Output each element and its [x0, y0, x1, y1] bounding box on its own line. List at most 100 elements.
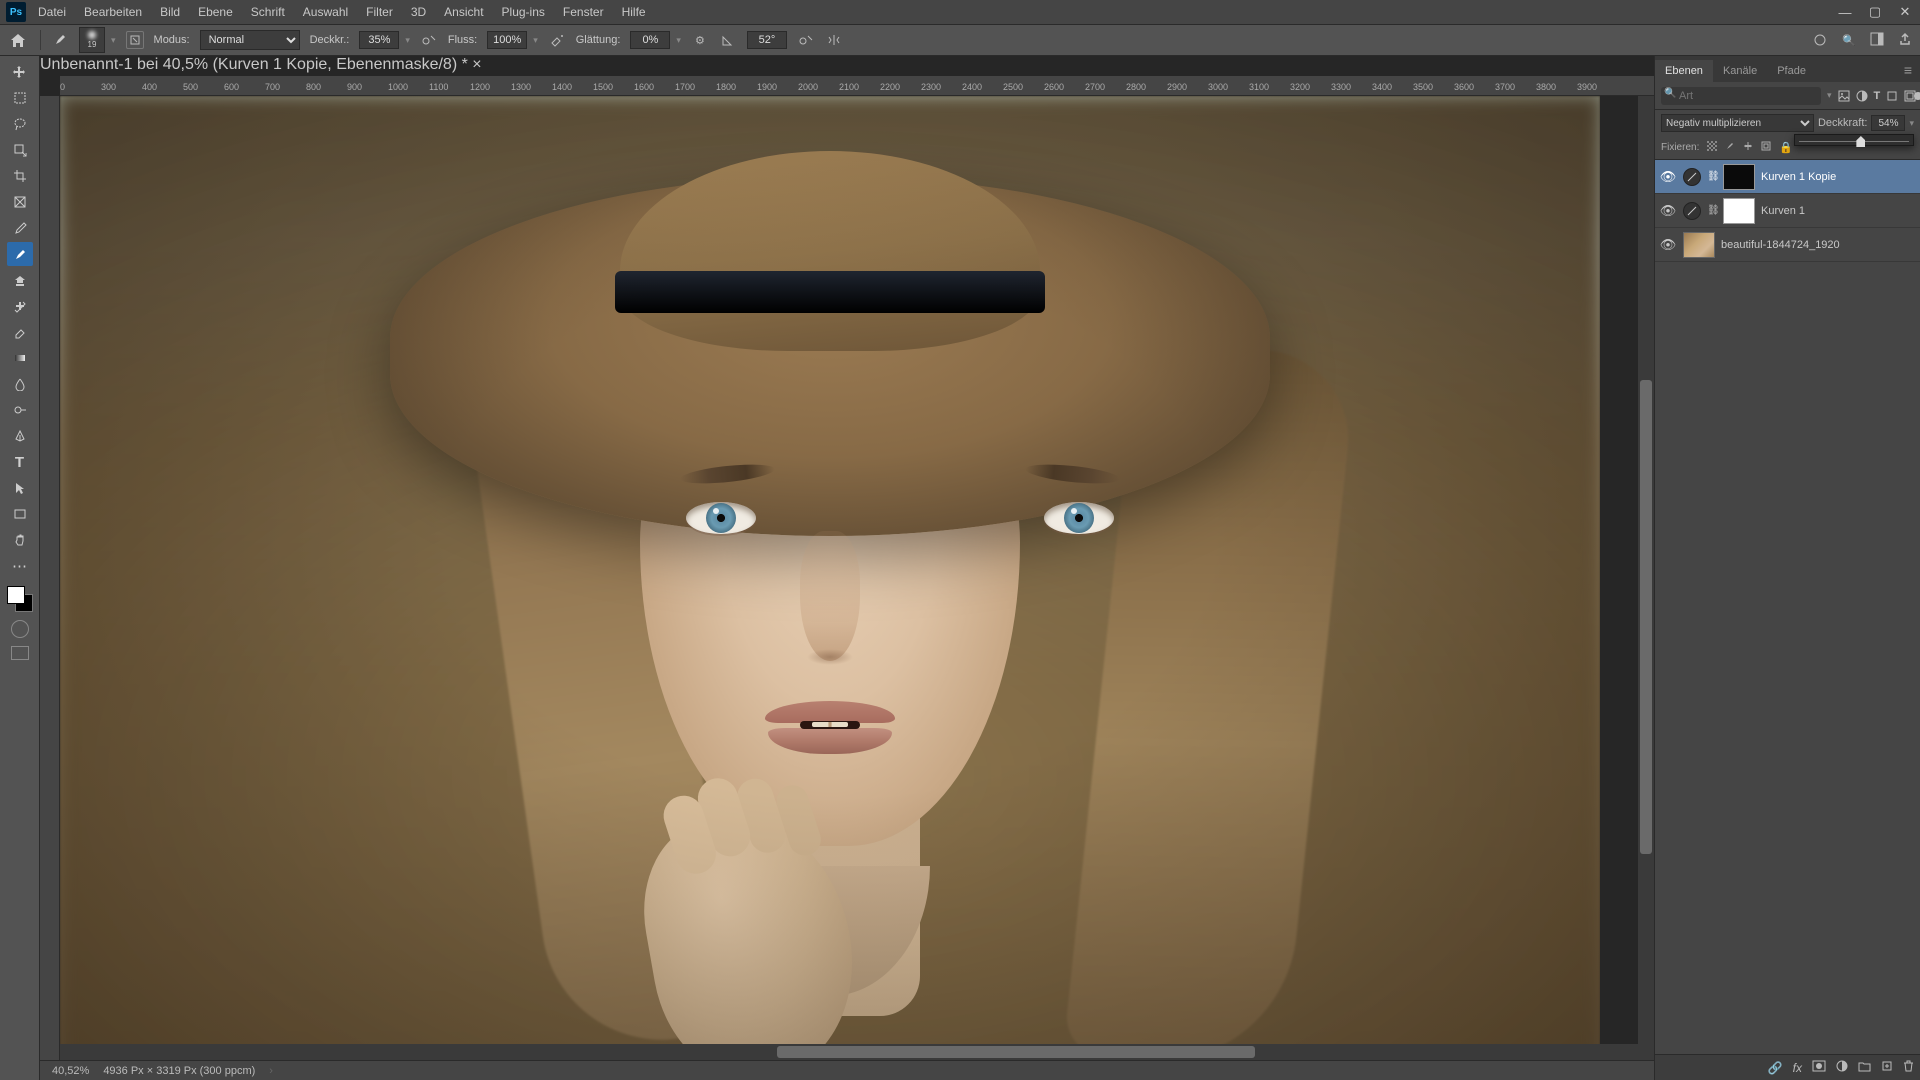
pen-tool[interactable] — [7, 424, 33, 448]
layer-row[interactable]: 👁 beautiful-1844724_1920 — [1655, 228, 1920, 262]
visibility-icon[interactable]: 👁 — [1659, 203, 1677, 219]
symmetry-icon[interactable] — [825, 31, 843, 49]
chevron-down-icon[interactable]: ▾ — [676, 35, 681, 46]
angle-input[interactable] — [747, 31, 787, 49]
doc-info[interactable]: 4936 Px × 3319 Px (300 ppcm) — [103, 1065, 255, 1077]
chevron-right-icon[interactable]: › — [269, 1065, 273, 1077]
visibility-icon[interactable]: 👁 — [1659, 237, 1677, 253]
gradient-tool[interactable] — [7, 346, 33, 370]
minimize-button[interactable]: — — [1830, 0, 1860, 24]
close-tab-icon[interactable]: × — [472, 56, 481, 73]
selection-tool[interactable] — [7, 138, 33, 162]
opacity-value-input[interactable] — [1871, 115, 1905, 131]
brush-panel-icon[interactable] — [126, 31, 144, 49]
canvas[interactable] — [60, 96, 1654, 1060]
path-selection-tool[interactable] — [7, 476, 33, 500]
lock-pixels-icon[interactable] — [1707, 141, 1717, 154]
filter-shape-icon[interactable] — [1886, 88, 1898, 104]
brush-tool-icon[interactable] — [53, 31, 69, 50]
tab-paths[interactable]: Pfade — [1767, 60, 1816, 82]
chevron-down-icon[interactable]: ▾ — [111, 35, 116, 46]
lock-all-icon[interactable]: 🔒 — [1779, 141, 1793, 154]
chevron-down-icon[interactable]: ▾ — [533, 35, 538, 46]
smoothing-input[interactable] — [630, 31, 670, 49]
menu-image[interactable]: Bild — [152, 2, 188, 22]
ruler-horizontal[interactable]: 0300400500600700800900100011001200130014… — [60, 76, 1654, 96]
blend-mode-select[interactable]: Negativ multiplizieren — [1661, 114, 1814, 132]
adjustment-layer-icon[interactable] — [1836, 1060, 1848, 1075]
opacity-input[interactable] — [359, 31, 399, 49]
layer-thumb[interactable] — [1683, 232, 1715, 258]
adjustment-thumb[interactable] — [1683, 168, 1701, 186]
dodge-tool[interactable] — [7, 398, 33, 422]
home-icon[interactable] — [8, 31, 28, 49]
more-tools[interactable]: ⋯ — [7, 554, 33, 578]
menu-edit[interactable]: Bearbeiten — [76, 2, 150, 22]
delete-layer-icon[interactable] — [1903, 1060, 1914, 1075]
frame-tool[interactable] — [7, 190, 33, 214]
zoom-value[interactable]: 40,52% — [52, 1065, 89, 1077]
visibility-icon[interactable]: 👁 — [1659, 169, 1677, 185]
adjustment-thumb[interactable] — [1683, 202, 1701, 220]
chevron-down-icon[interactable]: ▾ — [1827, 90, 1832, 101]
airbrush-icon[interactable] — [548, 31, 566, 49]
share-icon[interactable] — [1898, 32, 1912, 49]
filter-adjustment-icon[interactable] — [1856, 88, 1868, 104]
pressure-opacity-icon[interactable] — [420, 31, 438, 49]
hand-tool[interactable] — [7, 528, 33, 552]
filter-type-icon[interactable]: T — [1874, 88, 1881, 104]
pressure-size-icon[interactable] — [797, 31, 815, 49]
workspace-icon[interactable] — [1870, 32, 1884, 49]
cloud-docs-icon[interactable] — [1812, 32, 1828, 49]
vertical-scrollbar[interactable] — [1638, 96, 1654, 1044]
chevron-down-icon[interactable]: ▾ — [1909, 118, 1914, 129]
lasso-tool[interactable] — [7, 112, 33, 136]
move-tool[interactable] — [7, 60, 33, 84]
mask-thumb[interactable] — [1723, 198, 1755, 224]
layer-name[interactable]: Kurven 1 Kopie — [1761, 171, 1836, 183]
layer-fx-icon[interactable]: fx — [1793, 1061, 1802, 1075]
shape-tool[interactable] — [7, 502, 33, 526]
layer-name[interactable]: Kurven 1 — [1761, 205, 1805, 217]
panel-menu-icon[interactable]: ≡ — [1896, 58, 1920, 82]
maximize-button[interactable]: ▢ — [1860, 0, 1890, 24]
menu-help[interactable]: Hilfe — [614, 2, 654, 22]
blur-tool[interactable] — [7, 372, 33, 396]
horizontal-scrollbar[interactable] — [60, 1044, 1654, 1060]
group-icon[interactable] — [1858, 1061, 1871, 1075]
eraser-tool[interactable] — [7, 320, 33, 344]
lock-position-icon[interactable] — [1743, 141, 1753, 154]
blend-mode-select[interactable]: Normal — [200, 30, 300, 50]
brush-preset-picker[interactable]: 19 — [79, 27, 105, 53]
crop-tool[interactable] — [7, 164, 33, 188]
eyedropper-tool[interactable] — [7, 216, 33, 240]
smoothing-settings-icon[interactable]: ⚙ — [691, 31, 709, 49]
marquee-tool[interactable] — [7, 86, 33, 110]
ruler-vertical[interactable] — [40, 96, 60, 1060]
document-tab[interactable]: Unbenannt-1 bei 40,5% (Kurven 1 Kopie, E… — [40, 56, 1654, 74]
tab-channels[interactable]: Kanäle — [1713, 60, 1767, 82]
flow-input[interactable] — [487, 31, 527, 49]
layer-mask-icon[interactable] — [1812, 1060, 1826, 1075]
menu-view[interactable]: Ansicht — [436, 2, 491, 22]
menu-type[interactable]: Schrift — [243, 2, 293, 22]
new-layer-icon[interactable] — [1881, 1060, 1893, 1075]
menu-plugins[interactable]: Plug-ins — [494, 2, 553, 22]
layer-name[interactable]: beautiful-1844724_1920 — [1721, 239, 1840, 251]
clone-stamp-tool[interactable] — [7, 268, 33, 292]
healing-brush-tool[interactable] — [7, 294, 33, 318]
search-icon[interactable]: 🔍 — [1842, 34, 1856, 47]
opacity-slider[interactable] — [1794, 134, 1914, 146]
lock-artboard-icon[interactable] — [1761, 141, 1771, 154]
lock-brush-icon[interactable] — [1725, 141, 1735, 154]
menu-window[interactable]: Fenster — [555, 2, 612, 22]
tab-layers[interactable]: Ebenen — [1655, 60, 1713, 82]
brush-tool[interactable] — [7, 242, 33, 266]
chevron-down-icon[interactable]: ▾ — [405, 35, 410, 46]
menu-layer[interactable]: Ebene — [190, 2, 241, 22]
link-layers-icon[interactable]: 🔗 — [1768, 1061, 1783, 1075]
type-tool[interactable]: T — [7, 450, 33, 474]
menu-3d[interactable]: 3D — [403, 2, 434, 22]
close-button[interactable]: ✕ — [1890, 0, 1920, 24]
menu-filter[interactable]: Filter — [358, 2, 401, 22]
